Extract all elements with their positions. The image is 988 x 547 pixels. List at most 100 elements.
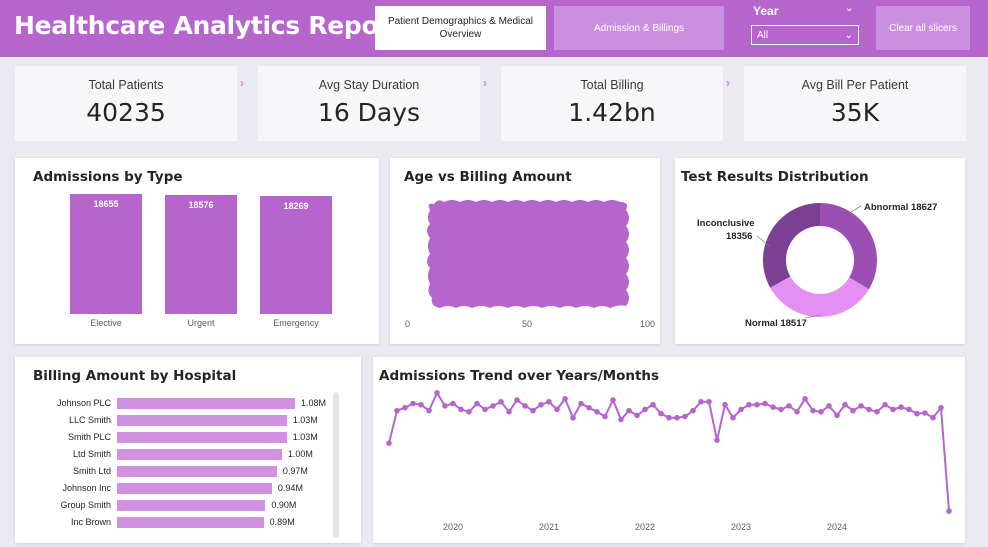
bar-elective[interactable] [70, 194, 142, 314]
trend-point[interactable] [610, 397, 616, 403]
trend-point[interactable] [914, 410, 920, 417]
trend-point[interactable] [666, 414, 672, 421]
admissions-trend-card: Admissions Trend over Years/Months 2020 2… [373, 357, 965, 543]
trend-point[interactable] [802, 396, 808, 402]
trend-point[interactable] [442, 403, 448, 409]
donut-chart[interactable] [675, 158, 965, 344]
trend-point[interactable] [450, 400, 456, 407]
trend-point[interactable] [586, 404, 592, 411]
trend-point[interactable] [714, 437, 720, 443]
trend-point[interactable] [634, 412, 640, 419]
trend-point[interactable] [794, 409, 800, 415]
trend-point[interactable] [474, 400, 480, 407]
trend-point[interactable] [594, 409, 600, 415]
trend-point[interactable] [882, 401, 888, 408]
tab-patient-demographics[interactable]: Patient Demographics & Medical Overview [375, 6, 546, 50]
trend-point[interactable] [650, 401, 656, 408]
hospital-bar[interactable] [117, 500, 266, 511]
bar-emergency[interactable] [260, 196, 332, 314]
trend-point[interactable] [778, 406, 784, 413]
hospital-bar[interactable] [117, 449, 282, 460]
trend-point[interactable] [418, 401, 424, 408]
kpi-value: 16 Days [317, 98, 421, 127]
trend-point[interactable] [930, 414, 936, 421]
trend-point[interactable] [770, 404, 776, 410]
trend-point[interactable] [466, 409, 472, 415]
chart-scrollbar[interactable] [333, 392, 339, 538]
trend-point[interactable] [618, 416, 624, 423]
trend-point[interactable] [842, 401, 848, 408]
tab-admission-billings[interactable]: Admission & Billings [554, 6, 724, 50]
trend-point[interactable] [554, 406, 560, 413]
trend-point[interactable] [658, 410, 664, 417]
donut-slice-inconclusive[interactable] [763, 203, 820, 288]
donut-slice-abnormal[interactable] [820, 203, 877, 290]
trend-point[interactable] [522, 403, 528, 409]
trend-point[interactable] [938, 404, 944, 411]
trend-point[interactable] [762, 400, 768, 407]
trend-point[interactable] [866, 406, 872, 413]
year-slicer-dropdown[interactable]: All ⌄ [751, 25, 859, 45]
hospital-label: Johnson PLC [56, 398, 111, 408]
hospital-bar[interactable] [117, 517, 264, 528]
trend-point[interactable] [394, 407, 400, 414]
hospital-bar[interactable] [117, 432, 287, 443]
trend-point[interactable] [890, 406, 896, 413]
trend-point[interactable] [562, 396, 568, 402]
trend-point[interactable] [858, 403, 864, 409]
trend-point[interactable] [834, 412, 840, 419]
trend-point[interactable] [482, 406, 488, 413]
trend-point[interactable] [402, 404, 408, 411]
trend-point[interactable] [946, 508, 952, 514]
scatter-plot[interactable] [390, 158, 660, 344]
trend-point[interactable] [578, 400, 584, 407]
trend-point[interactable] [434, 390, 440, 396]
trend-point[interactable] [410, 400, 416, 407]
trend-point[interactable] [530, 407, 536, 414]
donut-slice-normal[interactable] [770, 276, 869, 317]
hospital-bar[interactable] [117, 466, 277, 477]
trend-point[interactable] [898, 404, 904, 410]
trend-point[interactable] [546, 398, 552, 405]
trend-point[interactable] [674, 414, 680, 421]
trend-point[interactable] [626, 407, 632, 414]
trend-point[interactable] [922, 410, 928, 416]
trend-point[interactable] [818, 409, 824, 415]
trend-line[interactable] [388, 390, 950, 512]
trend-point[interactable] [698, 398, 704, 405]
trend-point[interactable] [754, 401, 760, 408]
trend-point[interactable] [426, 407, 432, 414]
trend-point[interactable] [874, 409, 880, 415]
trend-point[interactable] [690, 407, 696, 414]
trend-point[interactable] [642, 406, 648, 413]
trend-point[interactable] [722, 401, 728, 408]
trend-point[interactable] [514, 397, 520, 403]
line-chart[interactable] [373, 357, 965, 543]
hospital-bar[interactable] [117, 398, 295, 409]
trend-point[interactable] [738, 406, 744, 413]
trend-point[interactable] [826, 403, 832, 409]
clear-slicers-button[interactable]: Clear all slicers [876, 6, 970, 50]
trend-point[interactable] [906, 406, 912, 413]
leader-line-abnormal [850, 205, 862, 213]
trend-point[interactable] [570, 414, 576, 421]
trend-point[interactable] [706, 398, 712, 405]
trend-point[interactable] [730, 414, 736, 421]
trend-point[interactable] [850, 407, 856, 414]
trend-point[interactable] [506, 409, 512, 415]
trend-point[interactable] [538, 401, 544, 408]
hospital-bar[interactable] [117, 415, 287, 426]
trend-point[interactable] [810, 407, 816, 414]
trend-point[interactable] [746, 401, 752, 408]
trend-point[interactable] [498, 398, 504, 405]
chevron-down-icon[interactable]: ⌄ [845, 3, 853, 14]
trend-point[interactable] [386, 440, 392, 446]
trend-point[interactable] [458, 406, 464, 413]
hospital-bar[interactable] [117, 483, 272, 494]
trend-point[interactable] [602, 413, 608, 420]
trend-point[interactable] [682, 413, 688, 420]
kpi-label: Total Patients [88, 78, 164, 92]
bar-urgent[interactable] [165, 194, 237, 314]
trend-point[interactable] [786, 403, 792, 409]
trend-point[interactable] [490, 403, 496, 409]
